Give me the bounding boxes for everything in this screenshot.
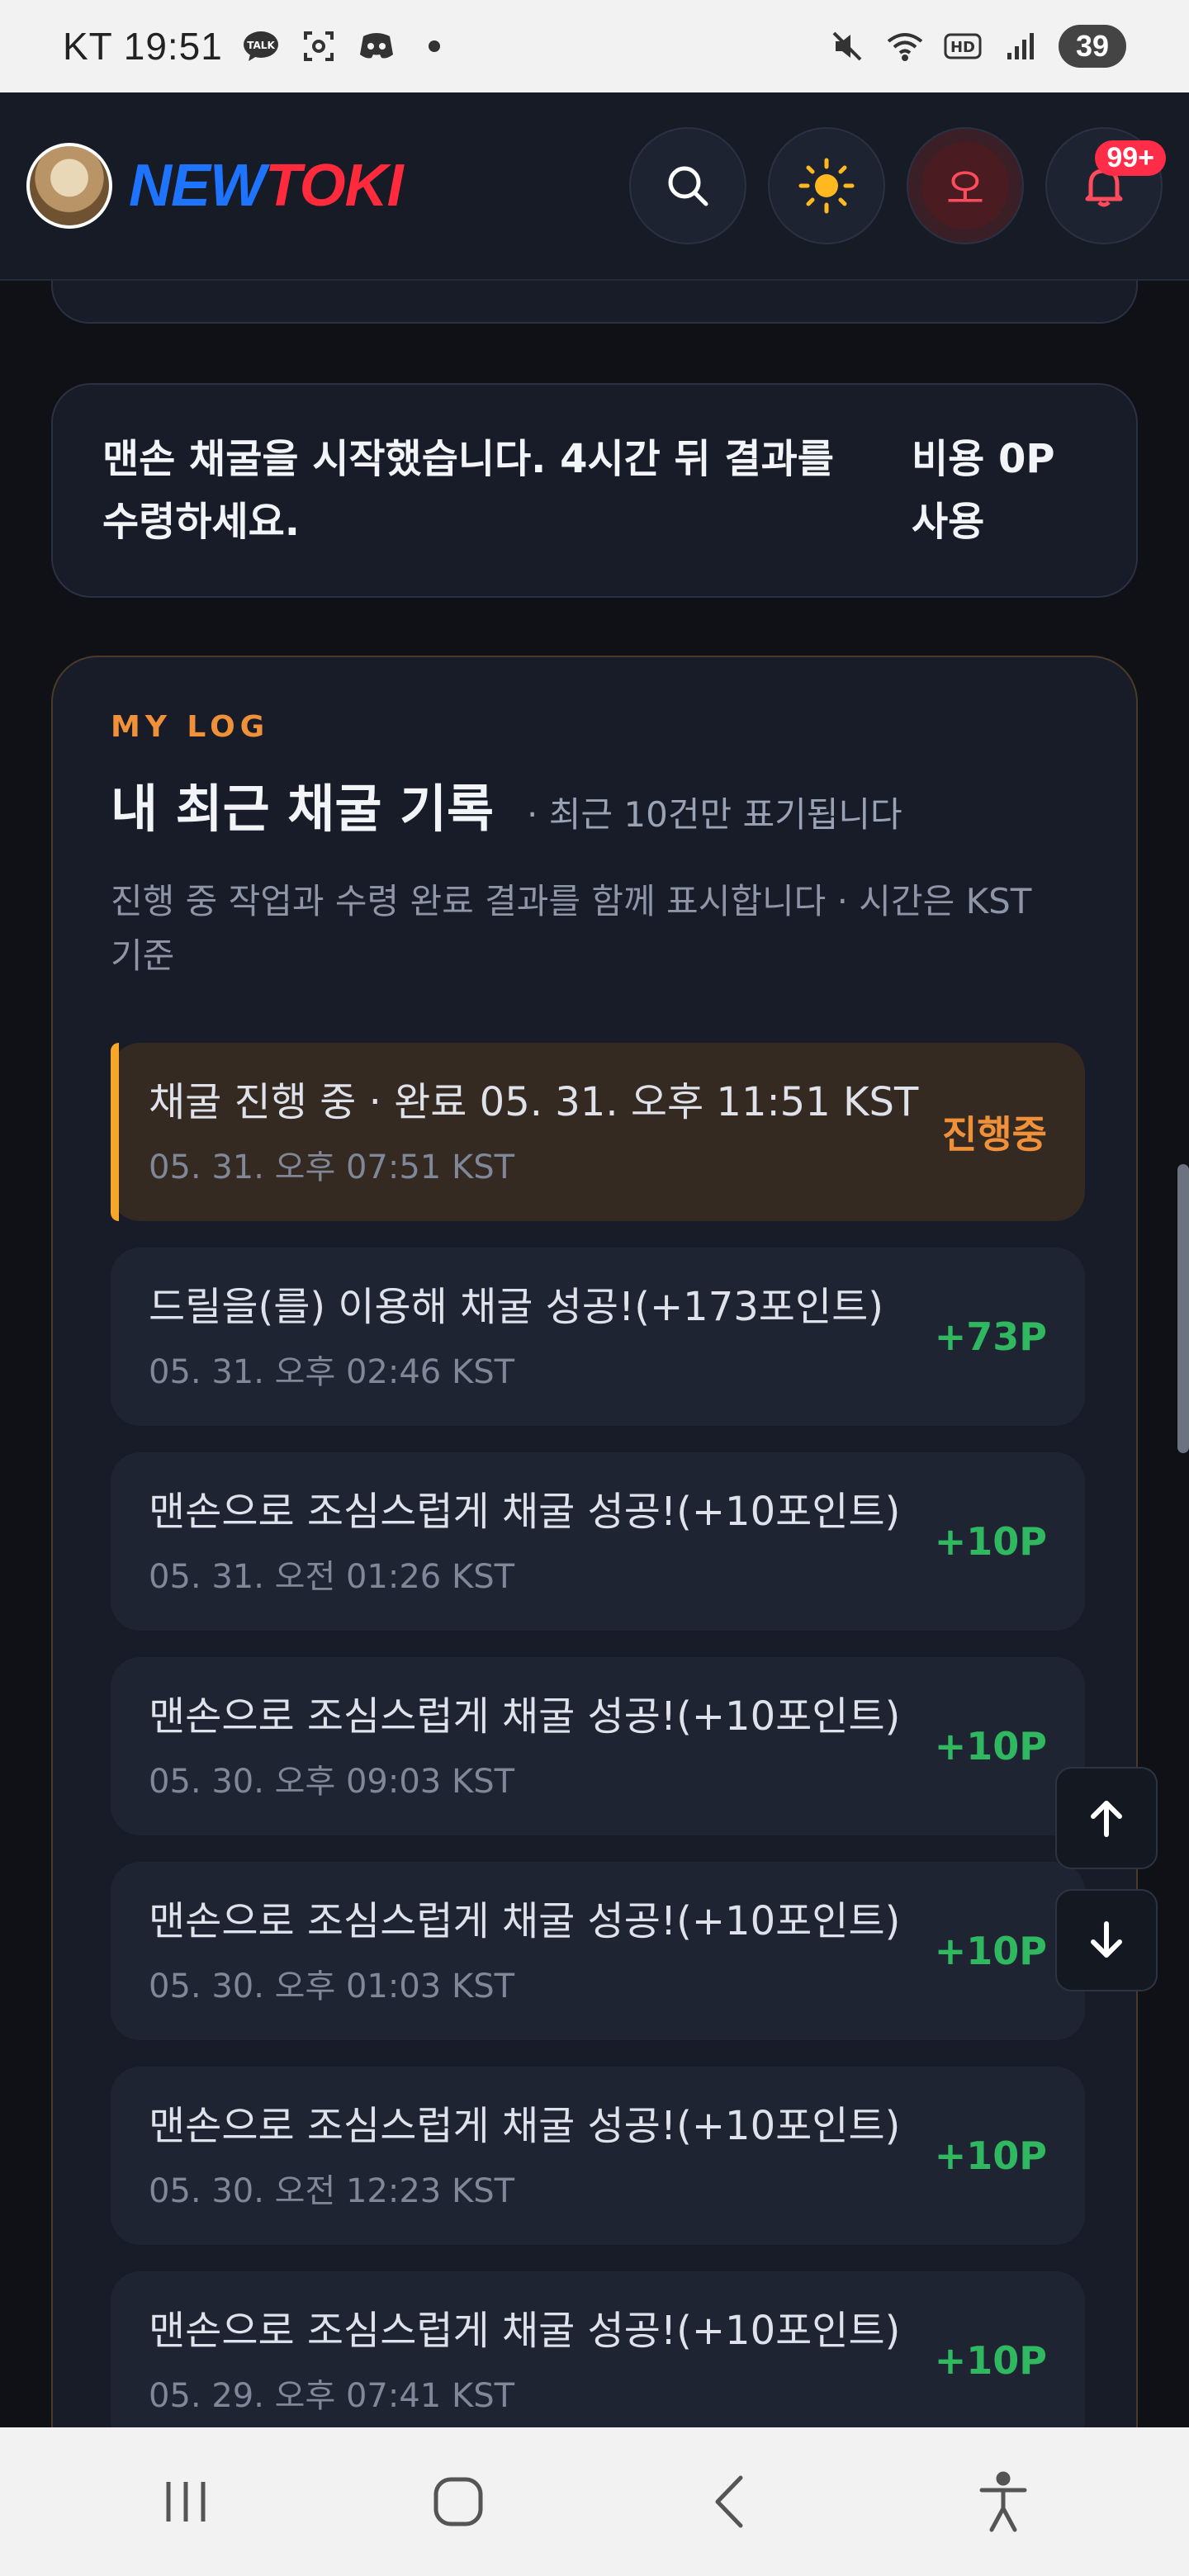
scroll-bottom-button[interactable] xyxy=(1055,1889,1158,1991)
recent-apps-icon xyxy=(166,2482,206,2522)
log-item[interactable]: 맨손으로 조심스럽게 채굴 성공!(+10포인트) 05. 30. 오후 01:… xyxy=(111,1862,1085,2040)
mining-log-card: MY LOG 내 최근 채굴 기록 · 최근 10건만 표기됩니다 진행 중 작… xyxy=(51,656,1138,2427)
log-item-message: 드릴을(를) 이용해 채굴 성공!(+173포인트) xyxy=(149,1284,883,1330)
log-item[interactable]: 드릴을(를) 이용해 채굴 성공!(+173포인트) 05. 31. 오후 02… xyxy=(111,1248,1085,1426)
log-item-points: +10P xyxy=(934,2133,1047,2178)
system-nav-bar xyxy=(0,2427,1189,2576)
log-item-message: 채굴 진행 중 · 완료 05. 31. 오후 11:51 KST xyxy=(149,1079,919,1125)
log-item[interactable]: 맨손으로 조심스럽게 채굴 성공!(+10포인트) 05. 30. 오후 09:… xyxy=(111,1657,1085,1835)
log-item-time: 05. 31. 오후 07:51 KST xyxy=(149,1148,515,1186)
scroll-top-button[interactable] xyxy=(1055,1767,1158,1869)
arrow-up-icon xyxy=(1091,1801,1122,1837)
signal-icon xyxy=(1001,26,1040,66)
logo-part-new: NEW xyxy=(129,153,266,219)
log-item-points: +73P xyxy=(934,1314,1047,1359)
talk-icon: TALK xyxy=(241,26,281,66)
recent-apps-button[interactable] xyxy=(136,2452,235,2551)
mining-notice-card: 맨손 채굴을 시작했습니다. 4시간 뒤 결과를 수령하세요. 비용 0P 사용 xyxy=(51,383,1138,598)
notification-badge: 99+ xyxy=(1095,140,1166,176)
user-menu-button[interactable]: 오 xyxy=(907,127,1024,244)
log-item-time: 05. 31. 오후 02:46 KST xyxy=(149,1353,515,1391)
log-item-message: 맨손으로 조심스럽게 채굴 성공!(+10포인트) xyxy=(149,1898,901,1944)
log-description: 진행 중 작업과 수령 완료 결과를 함께 표시합니다 · 시간은 KST 기준 xyxy=(111,881,1032,976)
log-item-time: 05. 30. 오전 12:23 KST xyxy=(149,2172,515,2210)
carrier-text: KT xyxy=(63,25,112,68)
accessibility-icon xyxy=(979,2471,1027,2532)
logo-part-toki: TOKI xyxy=(264,153,404,219)
site-logo[interactable]: NEWTOKI xyxy=(129,152,404,220)
log-item[interactable]: 맨손으로 조심스럽게 채굴 성공!(+10포인트) 05. 30. 오전 12:… xyxy=(111,2067,1085,2245)
log-item[interactable]: 맨손으로 조심스럽게 채굴 성공!(+10포인트) 05. 31. 오전 01:… xyxy=(111,1452,1085,1631)
scrollbar-thumb[interactable] xyxy=(1177,1164,1189,1453)
user-avatar: 오 xyxy=(921,142,1009,230)
log-item-message: 맨손으로 조심스럽게 채굴 성공!(+10포인트) xyxy=(149,1693,901,1740)
home-icon xyxy=(433,2477,483,2526)
app-header: NEWTOKI 오 99+ xyxy=(0,92,1189,281)
log-item-points: +10P xyxy=(934,2338,1047,2383)
mute-icon xyxy=(827,26,867,66)
log-item-pending[interactable]: 채굴 진행 중 · 완료 05. 31. 오후 11:51 KST 05. 31… xyxy=(111,1043,1085,1221)
log-item-time: 05. 30. 오후 01:03 KST xyxy=(149,1968,515,2005)
theme-toggle-button[interactable] xyxy=(768,127,885,244)
back-icon xyxy=(715,2475,743,2528)
svg-text:HD: HD xyxy=(950,39,975,56)
previous-card-edge xyxy=(51,281,1138,324)
search-button[interactable] xyxy=(629,127,746,244)
wifi-icon xyxy=(885,26,925,66)
log-item-points: +10P xyxy=(934,1519,1047,1564)
log-title: 내 최근 채굴 기록 xyxy=(111,779,495,839)
svg-text:TALK: TALK xyxy=(247,40,275,51)
search-icon xyxy=(668,166,708,206)
home-button[interactable] xyxy=(409,2452,508,2551)
log-item-status: 진행중 xyxy=(942,1112,1047,1157)
discord-icon xyxy=(357,26,396,66)
carrier-label: KT 19:51 xyxy=(63,24,223,69)
arrow-down-icon xyxy=(1091,1921,1122,1958)
log-item-message: 맨손으로 조심스럽게 채굴 성공!(+10포인트) xyxy=(149,2103,901,2149)
screenshot-icon xyxy=(299,26,339,66)
log-list: 채굴 진행 중 · 완료 05. 31. 오후 11:51 KST 05. 31… xyxy=(111,1043,1085,2427)
status-bar: KT 19:51 TALK HD 39 xyxy=(0,0,1189,92)
main-content: 맨손 채굴을 시작했습니다. 4시간 뒤 결과를 수령하세요. 비용 0P 사용… xyxy=(0,281,1189,2427)
log-note: · 최근 10건만 표기됩니다 xyxy=(527,794,902,835)
log-item-time: 05. 29. 오후 07:41 KST xyxy=(149,2377,515,2415)
log-item-time: 05. 30. 오후 09:03 KST xyxy=(149,1763,515,1801)
dot-icon xyxy=(414,26,454,66)
logo-avatar[interactable] xyxy=(26,143,112,229)
notice-cost: 비용 0P 사용 xyxy=(912,436,1055,545)
back-button[interactable] xyxy=(681,2452,780,2551)
sun-icon xyxy=(798,158,855,214)
battery-indicator: 39 xyxy=(1059,25,1126,68)
log-eyebrow: MY LOG xyxy=(111,710,270,744)
log-item-points: +10P xyxy=(934,1724,1047,1769)
notification-button[interactable]: 99+ xyxy=(1045,127,1166,244)
log-item-message: 맨손으로 조심스럽게 채굴 성공!(+10포인트) xyxy=(149,2308,901,2354)
notice-message: 맨손 채굴을 시작했습니다. 4시간 뒤 결과를 수령하세요. xyxy=(102,436,834,545)
log-item[interactable]: 맨손으로 조심스럽게 채굴 성공!(+10포인트) 05. 29. 오후 07:… xyxy=(111,2271,1085,2427)
log-item-message: 맨손으로 조심스럽게 채굴 성공!(+10포인트) xyxy=(149,1489,901,1535)
hd-icon: HD xyxy=(943,26,983,66)
accessibility-button[interactable] xyxy=(954,2452,1053,2551)
clock-text: 19:51 xyxy=(123,25,223,68)
log-item-time: 05. 31. 오전 01:26 KST xyxy=(149,1558,515,1596)
log-item-points: +10P xyxy=(934,1929,1047,1973)
